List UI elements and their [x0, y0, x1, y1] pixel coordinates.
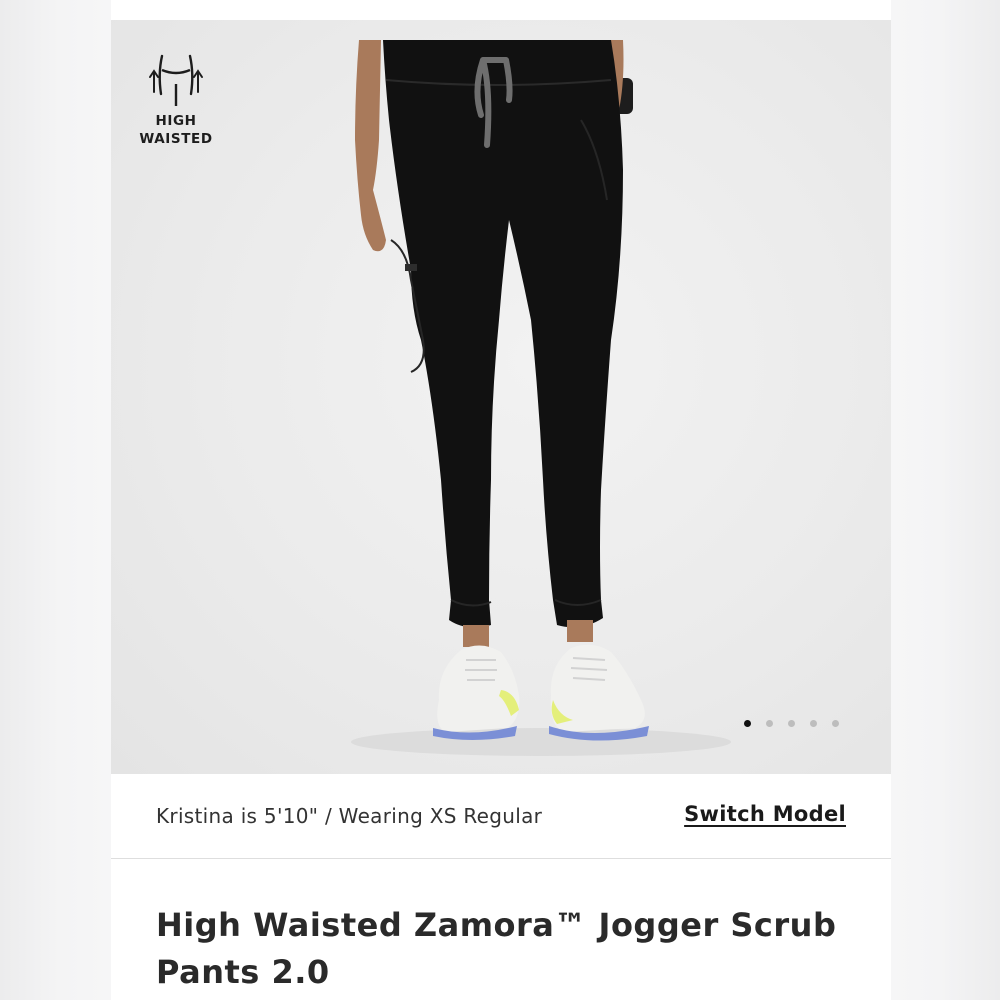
- badge-line-1: HIGH: [155, 113, 197, 129]
- badge-line-2: WAISTED: [139, 131, 213, 147]
- product-image-carousel[interactable]: HIGH WAISTED: [111, 20, 891, 774]
- product-card: HIGH WAISTED Kristina is 5'10" / Wearing…: [111, 0, 891, 1000]
- carousel-dot-3[interactable]: [788, 720, 795, 727]
- model-size-info: Kristina is 5'10" / Wearing XS Regular: [156, 804, 543, 828]
- carousel-dot-1[interactable]: [744, 720, 751, 727]
- high-waist-icon: [149, 54, 203, 106]
- switch-model-link[interactable]: Switch Model: [684, 802, 846, 826]
- product-title: High Waisted Zamora™ Jogger Scrub Pants …: [156, 906, 837, 991]
- left-sneaker: [433, 645, 520, 740]
- carousel-dot-5[interactable]: [832, 720, 839, 727]
- carousel-dots: [744, 720, 839, 727]
- high-waisted-badge: HIGH WAISTED: [133, 54, 219, 148]
- carousel-dot-4[interactable]: [810, 720, 817, 727]
- jogger-pants: [383, 40, 623, 628]
- model-info-row: Kristina is 5'10" / Wearing XS Regular S…: [111, 775, 891, 859]
- carousel-dot-2[interactable]: [766, 720, 773, 727]
- product-photo: [351, 40, 731, 756]
- right-sneaker: [549, 644, 649, 741]
